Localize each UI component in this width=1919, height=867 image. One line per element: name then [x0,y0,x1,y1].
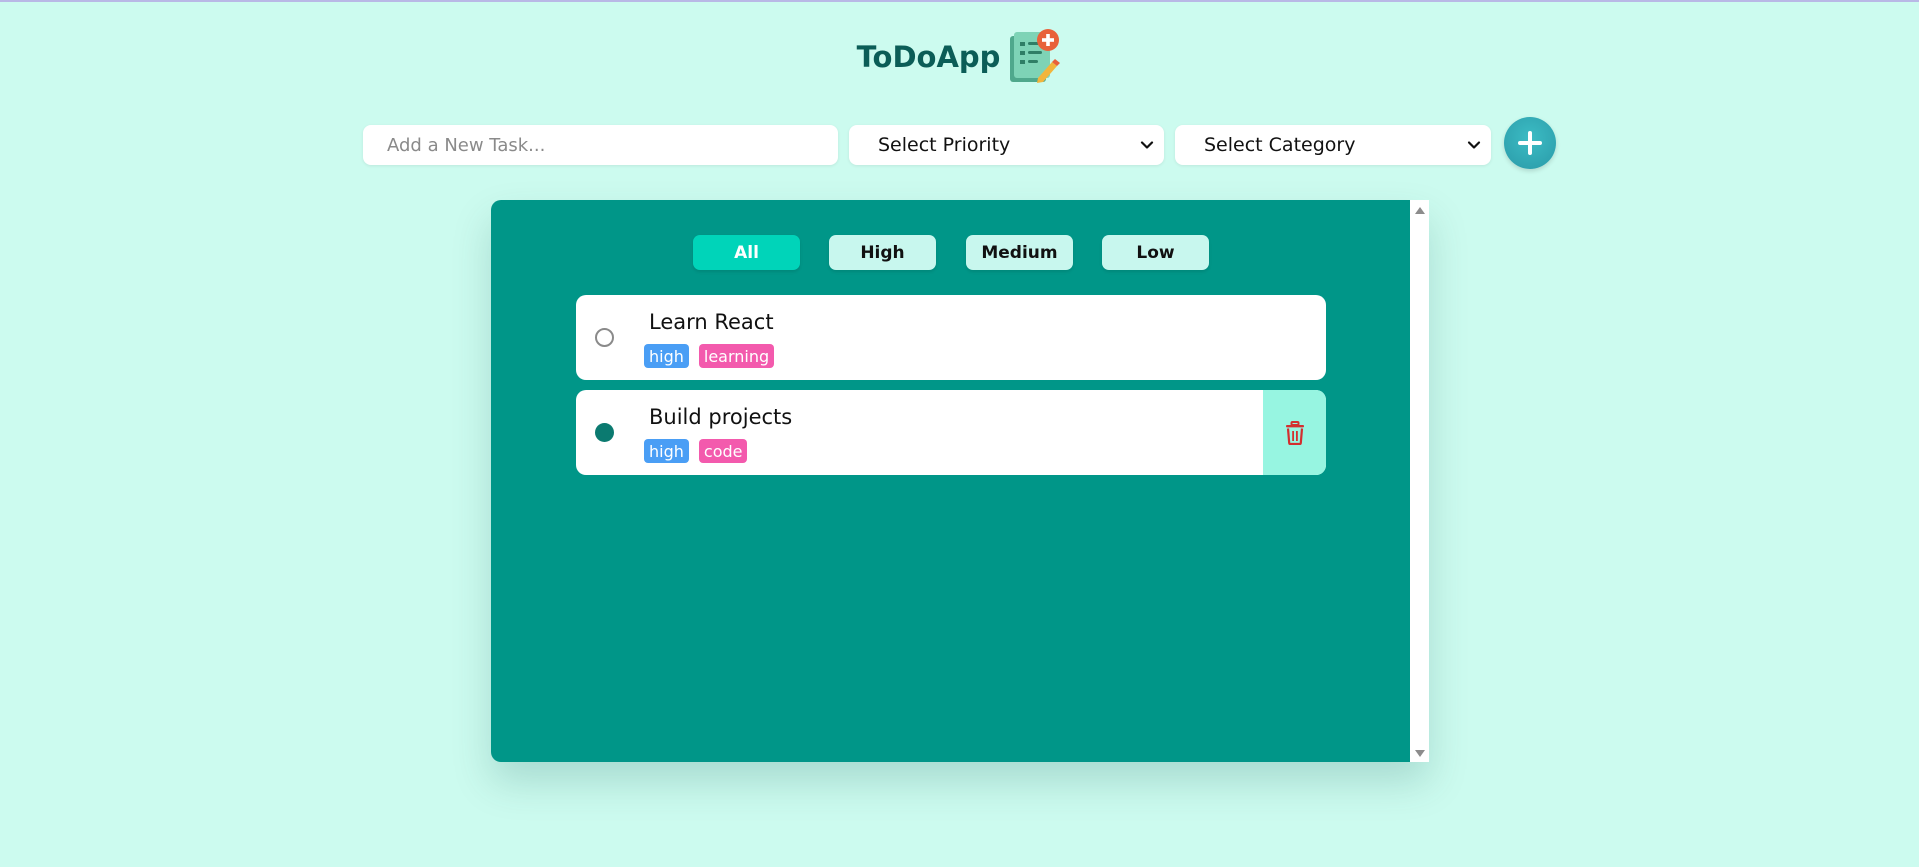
category-select-value: Select Category [1204,134,1356,156]
task-complete-toggle[interactable] [595,328,614,347]
task-list-panel: All High Medium Low Learn React high lea… [491,200,1429,762]
chevron-down-icon [1467,141,1481,149]
task-item: Build projects high code [576,390,1326,475]
filter-low-button[interactable]: Low [1102,235,1209,270]
new-task-input[interactable] [363,125,838,165]
add-task-button[interactable] [1504,117,1556,169]
task-tags: high learning [644,344,775,368]
delete-task-button[interactable] [1263,390,1326,475]
category-select[interactable]: Select Category [1175,125,1491,165]
priority-select[interactable]: Select Priority [849,125,1164,165]
category-tag: code [698,439,748,463]
filter-medium-button[interactable]: Medium [966,235,1073,270]
task-entry-bar: Select Priority Select Category [0,117,1919,173]
task-item: Learn React high learning [576,295,1326,380]
filter-high-button[interactable]: High [829,235,936,270]
task-title: Build projects [649,405,793,429]
trash-icon [1285,420,1304,445]
priority-select-value: Select Priority [878,134,1011,156]
todo-list-logo-icon [1004,26,1062,88]
category-tag: learning [698,344,775,368]
top-border [0,0,1919,2]
scroll-up-arrow-icon[interactable] [1415,207,1425,214]
filter-all-button[interactable]: All [693,235,800,270]
priority-tag: high [644,344,689,368]
chevron-down-icon [1140,141,1154,149]
task-tags: high code [644,439,748,463]
task-complete-toggle[interactable] [595,423,614,442]
app-header: ToDoApp [0,22,1919,92]
app-title: ToDoApp [856,40,1001,74]
priority-filter-bar: All High Medium Low [491,235,1410,271]
priority-tag: high [644,439,689,463]
task-list-scrollbar[interactable] [1410,200,1429,762]
scroll-down-arrow-icon[interactable] [1415,750,1425,757]
plus-icon [1518,131,1542,155]
task-title: Learn React [649,310,774,334]
